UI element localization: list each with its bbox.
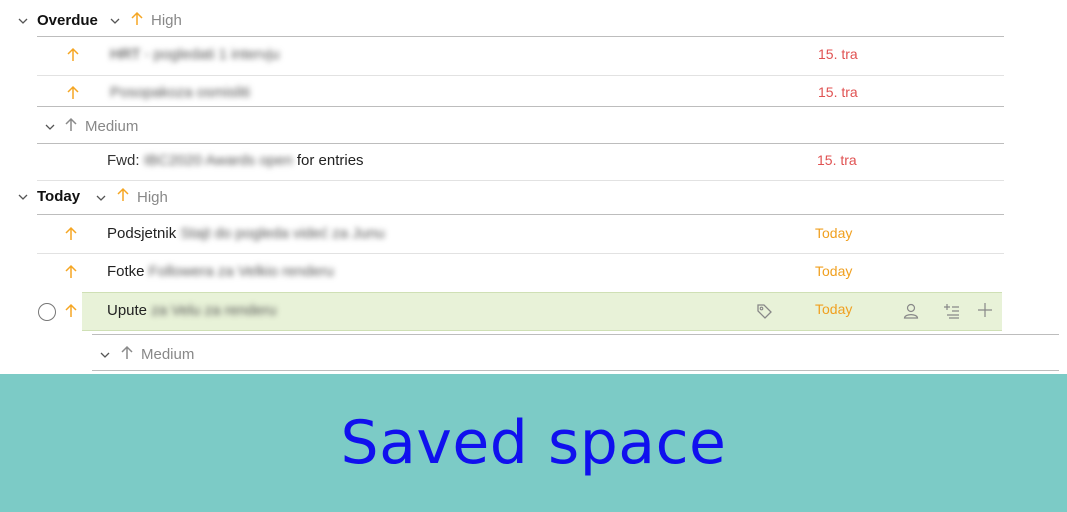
task-text-blurred: za Velu za renderu xyxy=(147,302,277,319)
task-due-date[interactable]: 15. tra xyxy=(817,152,857,168)
divider xyxy=(37,180,1004,181)
priority-high-label[interactable]: High xyxy=(151,12,182,29)
task-priority-arrow-up-icon xyxy=(64,226,78,242)
priority-medium-arrow-up-icon xyxy=(64,117,78,133)
task-suffix: for entries xyxy=(292,152,364,169)
task-title[interactable]: Fotke Followera za Velkio renderu xyxy=(107,263,334,280)
task-prefix: Upute xyxy=(107,302,148,319)
priority-high-arrow-up-icon xyxy=(130,11,144,27)
divider xyxy=(37,214,1004,215)
task-due-date[interactable]: 15. tra xyxy=(818,46,858,62)
task-text-blurred: IBC2020 Awards open xyxy=(143,152,293,169)
task-due-date[interactable]: Today xyxy=(815,263,852,279)
task-title[interactable]: Podsjetnik Stajt do pogleda videć za Jun… xyxy=(107,225,385,242)
task-title[interactable]: Fwd: IBC2020 Awards open for entries xyxy=(107,152,364,169)
priority-high-arrow-up-icon xyxy=(116,187,130,203)
priority-medium-label[interactable]: Medium xyxy=(85,118,138,135)
task-text-blurred: - pogledati 1 intervju xyxy=(140,46,280,63)
divider xyxy=(37,143,1004,144)
tag-icon[interactable] xyxy=(756,303,773,320)
priority-high-label[interactable]: High xyxy=(137,189,168,206)
task-prefix: Fwd: xyxy=(107,152,144,169)
group-today-label[interactable]: Today xyxy=(37,188,80,205)
task-due-date[interactable]: 15. tra xyxy=(818,84,858,100)
saved-space-banner: Saved space xyxy=(0,374,1067,512)
task-text-blurred: Stajt do pogleda videć za Junu xyxy=(176,225,385,242)
task-text-blurred: Followera za Velkio renderu xyxy=(144,263,334,280)
task-prefix: Podsjetnik xyxy=(107,225,177,242)
complete-circle-checkbox-icon[interactable] xyxy=(38,303,56,321)
task-priority-arrow-up-icon xyxy=(66,47,80,63)
today-medium-chevron-down-icon[interactable] xyxy=(98,348,112,362)
today-high-chevron-down-icon[interactable] xyxy=(94,191,108,205)
task-text-blurred: Posopakoza osmisliti xyxy=(110,84,251,101)
divider xyxy=(37,75,1004,76)
divider xyxy=(92,334,1059,335)
task-priority-arrow-up-icon xyxy=(64,264,78,280)
divider xyxy=(37,253,1004,254)
task-title[interactable]: Upute za Velu za renderu xyxy=(107,302,276,319)
task-prefix: Fotke xyxy=(107,263,145,280)
priority-medium-arrow-up-icon xyxy=(120,345,134,361)
task-prefix: HRT xyxy=(110,46,141,63)
add-subtask-icon[interactable] xyxy=(943,302,961,320)
banner-text: Saved space xyxy=(340,408,727,478)
task-due-date[interactable]: Today xyxy=(815,225,852,241)
task-due-date[interactable]: Today xyxy=(815,301,852,317)
add-plus-icon[interactable] xyxy=(976,301,994,319)
group-overdue-label[interactable]: Overdue xyxy=(37,12,98,29)
task-title[interactable]: Posopakoza osmisliti xyxy=(110,84,250,101)
task-title[interactable]: HRT - pogledati 1 intervju xyxy=(110,46,280,63)
divider xyxy=(92,370,1059,371)
overdue-high-chevron-down-icon[interactable] xyxy=(108,14,122,28)
today-collapse-chevron-down-icon[interactable] xyxy=(16,190,30,204)
task-priority-arrow-up-icon xyxy=(66,85,80,101)
overdue-medium-chevron-down-icon[interactable] xyxy=(43,120,57,134)
task-priority-arrow-up-icon xyxy=(64,303,78,319)
overdue-collapse-chevron-down-icon[interactable] xyxy=(16,14,30,28)
priority-medium-label[interactable]: Medium xyxy=(141,346,194,363)
assign-person-icon[interactable] xyxy=(902,302,920,320)
divider xyxy=(37,106,1004,107)
divider xyxy=(37,36,1004,37)
